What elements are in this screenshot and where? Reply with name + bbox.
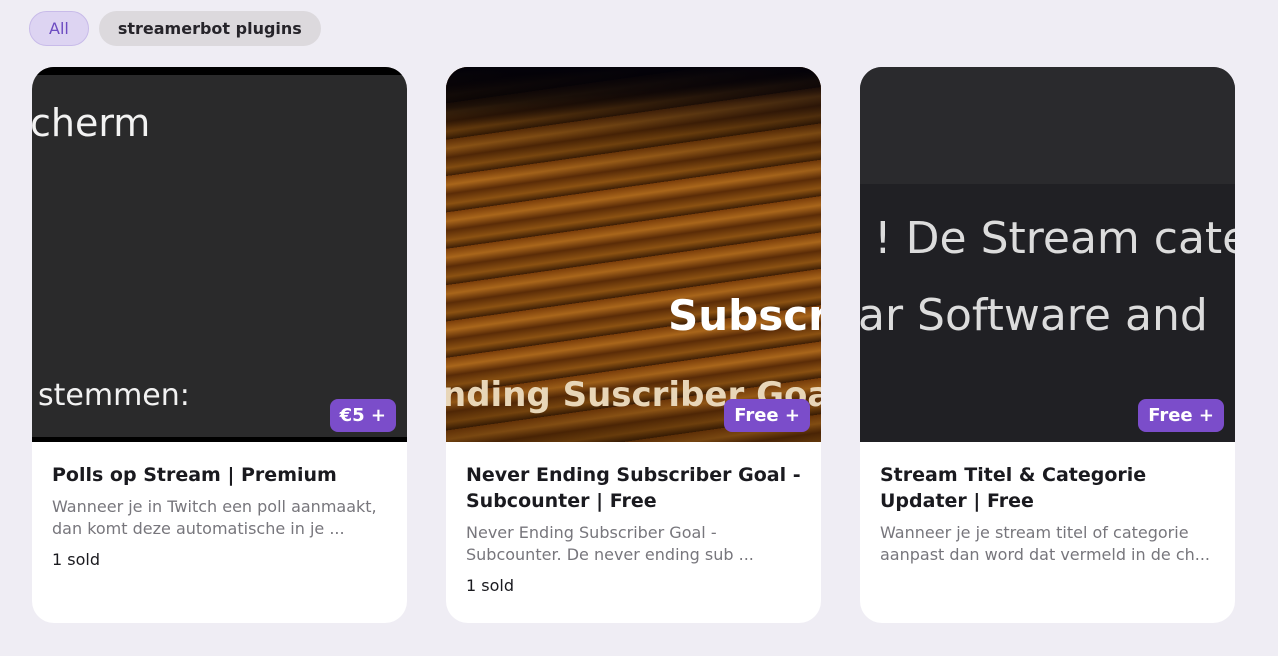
product-description: Wanneer je in Twitch een poll aanmaakt, … xyxy=(52,497,377,538)
product-title[interactable]: Stream Titel & Categorie Updater | Free xyxy=(880,462,1215,514)
product-card-polls[interactable]: cherm stemmen: €5 + Polls op Stream | Pr… xyxy=(32,67,407,623)
thumbnail-text: ar Software and xyxy=(860,290,1208,341)
sold-count: 1 sold xyxy=(466,576,514,595)
price-badge: €5 + xyxy=(329,399,396,432)
filter-all[interactable]: All xyxy=(29,11,89,46)
product-description: Never Ending Subscriber Goal - Subcounte… xyxy=(466,523,754,564)
product-card-subscriber-goal[interactable]: Subscr nding Suscriber Goal Free + Never… xyxy=(446,67,821,623)
filter-bar: All streamerbot plugins xyxy=(29,11,321,46)
product-thumbnail: ! De Stream cate ar Software and Free + xyxy=(860,67,1235,442)
product-thumbnail: cherm stemmen: €5 + xyxy=(32,67,407,442)
product-card-stream-title-updater[interactable]: ! De Stream cate ar Software and Free + … xyxy=(860,67,1235,623)
thumbnail-text: Subscr xyxy=(668,291,821,340)
price-badge: Free + xyxy=(1138,399,1224,432)
filter-streamerbot-plugins[interactable]: streamerbot plugins xyxy=(98,11,321,46)
thumbnail-text: ! De Stream cate xyxy=(874,213,1235,264)
price-badge: Free + xyxy=(724,399,810,432)
product-description: Wanneer je je stream titel of categorie … xyxy=(880,523,1211,564)
product-thumbnail: Subscr nding Suscriber Goal Free + xyxy=(446,67,821,442)
thumbnail-text: stemmen: xyxy=(38,378,190,413)
thumbnail-text: cherm xyxy=(32,101,151,145)
product-title[interactable]: Never Ending Subscriber Goal - Subcounte… xyxy=(466,462,801,514)
sold-count: 1 sold xyxy=(52,550,100,569)
product-title[interactable]: Polls op Stream | Premium xyxy=(52,462,387,488)
